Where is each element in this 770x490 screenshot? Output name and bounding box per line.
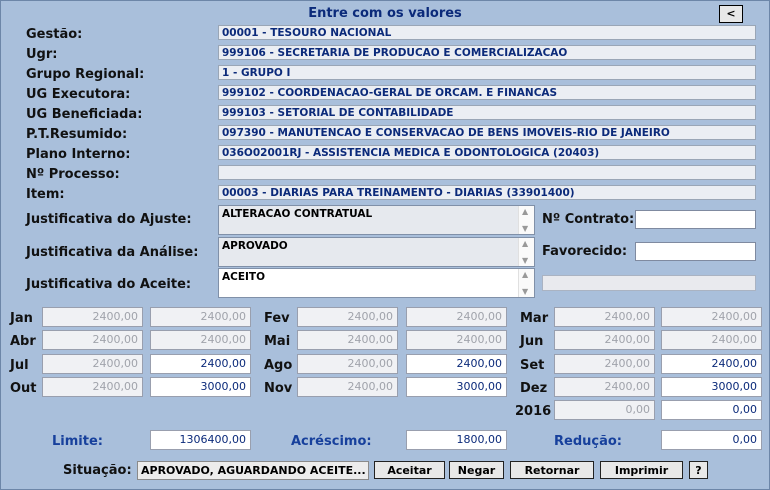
month-input-mar-b: 2400,00 [661, 307, 762, 327]
imprimir-button[interactable]: Imprimir [600, 461, 683, 479]
month-input-set-b[interactable]: 2400,00 [661, 354, 762, 374]
month-input-nov-a: 2400,00 [297, 377, 398, 397]
month-input-fev-a: 2400,00 [297, 307, 398, 327]
month-label-abr: Abr [10, 334, 36, 349]
field-gestao: 00001 - TESOURO NACIONAL [218, 25, 756, 40]
month-label-set: Set [520, 358, 545, 373]
favorecido-label: Favorecido: [542, 244, 628, 259]
reducao-label: Redução: [554, 434, 622, 449]
field-label-ug-executora: UG Executora: [26, 87, 131, 102]
month-label-mar: Mar [520, 311, 549, 326]
field-label-ug-beneficiada: UG Beneficiada: [26, 107, 143, 122]
month-input-jul-a: 2400,00 [42, 354, 143, 374]
aceitar-button[interactable]: Aceitar [374, 461, 445, 479]
scroll-up-icon[interactable]: ▲ [522, 207, 528, 216]
field-grupo-regional: 1 - GRUPO I [218, 65, 756, 80]
month-input-jan-b: 2400,00 [150, 307, 251, 327]
favorecido-input[interactable] [635, 242, 756, 261]
scroll-up-icon[interactable]: ▲ [522, 270, 528, 279]
year-label-2016: 2016 [515, 404, 552, 419]
month-input-jul-b[interactable]: 2400,00 [150, 354, 251, 374]
scrollbar[interactable]: ▲ ▼ [518, 238, 534, 266]
month-input-abr-b: 2400,00 [150, 330, 251, 350]
month-input-ago-a: 2400,00 [297, 354, 398, 374]
month-input-mai-a: 2400,00 [297, 330, 398, 350]
scroll-down-icon[interactable]: ▼ [522, 287, 528, 296]
month-label-dez: Dez [520, 381, 548, 396]
justificativa-analise-text: APROVADO [222, 240, 288, 252]
month-input-out-b[interactable]: 3000,00 [150, 377, 251, 397]
month-input-ago-b[interactable]: 2400,00 [406, 354, 507, 374]
field-label-plano-interno: Plano Interno: [26, 147, 131, 162]
month-input-out-a: 2400,00 [42, 377, 143, 397]
month-input-mar-a: 2400,00 [554, 307, 655, 327]
page-title: Entre com os valores [308, 6, 462, 21]
justificativa-aceite-label: Justificativa do Aceite: [26, 277, 192, 292]
favorecido-name-field [542, 275, 756, 291]
situacao-field: APROVADO, AGUARDANDO ACEITE... [137, 461, 369, 480]
month-input-jan-a: 2400,00 [42, 307, 143, 327]
field-plano-interno: 036O02001RJ - ASSISTENCIA MEDICA E ODONT… [218, 145, 756, 160]
scroll-down-icon[interactable]: ▼ [522, 256, 528, 265]
acrescimo-input[interactable]: 1800,00 [406, 430, 507, 450]
acrescimo-label: Acréscimo: [291, 434, 372, 449]
situacao-label: Situação: [63, 463, 132, 478]
field-ugr: 999106 - SECRETARIA DE PRODUCAO E COMERC… [218, 45, 756, 60]
justificativa-analise-label: Justificativa da Análise: [26, 245, 199, 260]
justificativa-ajuste-textarea[interactable]: ALTERACAO CONTRATUAL ▲ ▼ [218, 205, 535, 235]
field-ug-executora: 999102 - COORDENACAO-GERAL DE ORCAM. E F… [218, 85, 756, 100]
month-input-nov-b[interactable]: 3000,00 [406, 377, 507, 397]
scroll-down-icon[interactable]: ▼ [522, 224, 528, 233]
justificativa-analise-textarea[interactable]: APROVADO ▲ ▼ [218, 237, 535, 267]
reducao-input[interactable]: 0,00 [661, 430, 762, 450]
month-label-ago: Ago [264, 358, 293, 373]
month-label-jun: Jun [520, 334, 544, 349]
field-item: 00003 - DIARIAS PARA TREINAMENTO - DIARI… [218, 185, 756, 200]
contrato-input[interactable] [635, 210, 756, 229]
scrollbar[interactable]: ▲ ▼ [518, 269, 534, 297]
month-input-fev-b: 2400,00 [406, 307, 507, 327]
back-button[interactable]: < [719, 5, 743, 23]
month-label-fev: Fev [264, 311, 290, 326]
field-label-pt-resumido: P.T.Resumido: [26, 127, 128, 142]
justificativa-ajuste-text: ALTERACAO CONTRATUAL [222, 208, 373, 220]
month-label-out: Out [10, 381, 37, 396]
field-ug-beneficiada: 999103 - SETORIAL DE CONTABILIDADE [218, 105, 756, 120]
month-label-mai: Mai [264, 334, 291, 349]
month-input-jun-b: 2400,00 [661, 330, 762, 350]
month-input-dez-a: 2400,00 [554, 377, 655, 397]
field-label-ugr: Ugr: [26, 47, 58, 62]
justificativa-aceite-textarea[interactable]: ACEITO ▲ ▼ [218, 268, 535, 298]
scroll-up-icon[interactable]: ▲ [522, 239, 528, 248]
month-input-abr-a: 2400,00 [42, 330, 143, 350]
limite-input[interactable]: 1306400,00 [150, 430, 251, 450]
month-input-dez-b[interactable]: 3000,00 [661, 377, 762, 397]
month-input-mai-b: 2400,00 [406, 330, 507, 350]
month-input-set-a: 2400,00 [554, 354, 655, 374]
help-button[interactable]: ? [689, 461, 708, 479]
limite-label: Limite: [52, 434, 103, 449]
justificativa-aceite-text: ACEITO [222, 271, 265, 283]
retornar-button[interactable]: Retornar [510, 461, 594, 479]
field-processo [218, 165, 756, 180]
contrato-label: Nº Contrato: [542, 212, 635, 227]
month-label-jan: Jan [10, 311, 33, 326]
year-input-2016-a: 0,00 [554, 400, 655, 420]
field-label-grupo-regional: Grupo Regional: [26, 67, 145, 82]
negar-button[interactable]: Negar [449, 461, 504, 479]
scrollbar[interactable]: ▲ ▼ [518, 206, 534, 234]
month-label-jul: Jul [10, 358, 29, 373]
field-label-item: Item: [26, 187, 65, 202]
field-label-processo: Nº Processo: [26, 167, 120, 182]
year-input-2016-b[interactable]: 0,00 [661, 400, 762, 420]
field-label-gestao: Gestão: [26, 27, 83, 42]
justificativa-ajuste-label: Justificativa do Ajuste: [26, 212, 192, 227]
month-label-nov: Nov [264, 381, 293, 396]
field-pt-resumido: 097390 - MANUTENCAO E CONSERVACAO DE BEN… [218, 125, 756, 140]
month-input-jun-a: 2400,00 [554, 330, 655, 350]
